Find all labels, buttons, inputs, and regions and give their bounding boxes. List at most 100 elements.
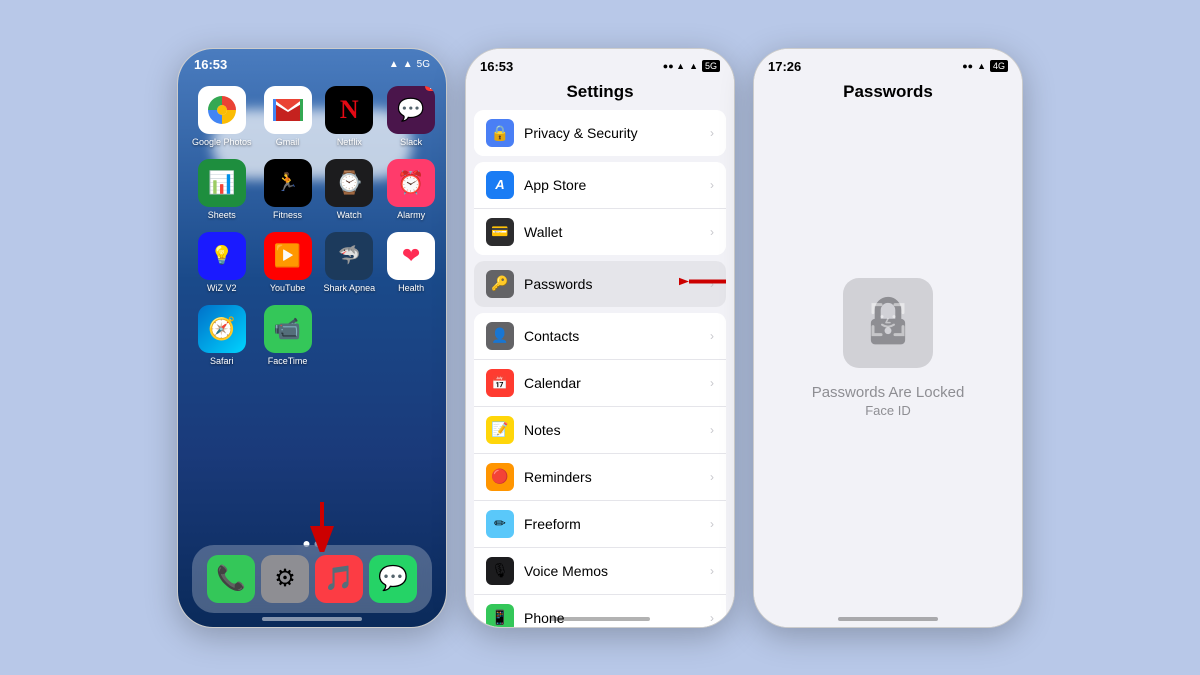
dock-music[interactable]: 🎵 — [315, 555, 363, 603]
settings-section-apps: 👤 Contacts › 📅 Calendar › 📝 Notes › 🔴 Re… — [474, 313, 726, 627]
app-slack[interactable]: 💬 2 Slack — [387, 86, 435, 147]
battery-icon: 4G — [990, 60, 1008, 72]
app-safari[interactable]: 🧭 Safari — [192, 305, 252, 366]
phone-passwords: 17:26 ●● ▲ 4G Passwords — [753, 48, 1023, 628]
faceid-icon — [869, 301, 907, 339]
settings-time: 16:53 — [480, 59, 513, 74]
dock-phone[interactable]: 📞 — [207, 555, 255, 603]
home-status-icons: ▲ ▲ 5G — [389, 59, 430, 70]
wallet-label: Wallet — [524, 224, 710, 240]
chevron-icon: › — [710, 470, 714, 484]
privacy-icon: 🔒 — [486, 119, 514, 147]
home-screen-bg: 16:53 ▲ ▲ 5G Google Photos Gmail — [178, 49, 446, 627]
wallet-icon: 💳 — [486, 218, 514, 246]
lock-container — [843, 278, 933, 368]
notes-icon: 📝 — [486, 416, 514, 444]
passwords-screen: 17:26 ●● ▲ 4G Passwords — [754, 49, 1022, 627]
settings-row-appstore[interactable]: A App Store › — [474, 162, 726, 209]
app-alarmy[interactable]: ⏰ Alarmy — [387, 159, 435, 220]
contacts-label: Contacts — [524, 328, 710, 344]
home-time: 16:53 — [194, 57, 227, 72]
app-label: Shark Apnea — [324, 283, 376, 293]
chevron-icon: › — [710, 225, 714, 239]
voice-memos-label: Voice Memos — [524, 563, 710, 579]
settings-screen: 16:53 ●● ▲ ▲ 5G Settings 🔒 Privacy & Sec… — [466, 49, 734, 627]
app-label: Fitness — [273, 210, 302, 220]
app-fitness[interactable]: 🏃 Fitness — [264, 159, 312, 220]
signal-icon: ▲ — [389, 59, 399, 70]
freeform-label: Freeform — [524, 516, 710, 532]
app-health[interactable]: ❤ Health — [387, 232, 435, 293]
app-label: Google Photos — [192, 137, 252, 147]
app-shark-apnea[interactable]: 🦈 Shark Apnea — [324, 232, 376, 293]
app-youtube[interactable]: ▶️ YouTube — [264, 232, 312, 293]
passwords-icon: 🔑 — [486, 270, 514, 298]
phone-icon: 📱 — [486, 604, 514, 627]
battery-icon: 5G — [417, 59, 430, 70]
app-label: WiZ V2 — [207, 283, 237, 293]
chevron-icon: › — [710, 376, 714, 390]
app-grid: Google Photos Gmail N Netflix 💬 2 Slac — [178, 76, 446, 376]
locked-text: Passwords Are Locked Face ID — [812, 384, 965, 418]
home-indicator — [262, 617, 362, 621]
passwords-locked-label: Passwords Are Locked — [812, 384, 965, 401]
settings-row-privacy[interactable]: 🔒 Privacy & Security › — [474, 110, 726, 156]
settings-row-reminders[interactable]: 🔴 Reminders › — [474, 454, 726, 501]
dock-settings[interactable]: ⚙ — [261, 555, 309, 603]
settings-row-phone[interactable]: 📱 Phone › — [474, 595, 726, 627]
calendar-icon: 📅 — [486, 369, 514, 397]
appstore-icon: A — [486, 171, 514, 199]
privacy-label: Privacy & Security — [524, 125, 710, 141]
passwords-status-icons: ●● ▲ 4G — [962, 60, 1008, 72]
contacts-icon: 👤 — [486, 322, 514, 350]
settings-row-freeform[interactable]: ✏ Freeform › — [474, 501, 726, 548]
signal-icon: ●● — [962, 61, 973, 71]
app-badge: 2 — [425, 86, 435, 91]
voice-memos-icon: 🎙 — [486, 557, 514, 585]
signal-icon: ●● ▲ — [663, 61, 685, 71]
app-sheets[interactable]: 📊 Sheets — [192, 159, 252, 220]
home-indicator — [838, 617, 938, 621]
chevron-icon: › — [710, 517, 714, 531]
settings-row-notes[interactable]: 📝 Notes › — [474, 407, 726, 454]
app-label: Health — [398, 283, 424, 293]
chevron-icon: › — [710, 178, 714, 192]
settings-section-privacy: 🔒 Privacy & Security › — [474, 110, 726, 156]
app-wiz[interactable]: 💡 WiZ V2 — [192, 232, 252, 293]
settings-list: 🔒 Privacy & Security › A App Store › 💳 W… — [466, 110, 734, 627]
app-netflix[interactable]: N Netflix — [324, 86, 376, 147]
passwords-arrow — [679, 270, 726, 297]
chevron-icon: › — [710, 564, 714, 578]
app-watch[interactable]: ⌚ Watch — [324, 159, 376, 220]
app-google-photos[interactable]: Google Photos — [192, 86, 252, 147]
dock-whatsapp[interactable]: 💬 — [369, 555, 417, 603]
reminders-label: Reminders — [524, 469, 710, 485]
settings-status-icons: ●● ▲ ▲ 5G — [663, 60, 720, 72]
wifi-icon: ▲ — [403, 59, 413, 70]
app-label: Watch — [337, 210, 362, 220]
chevron-icon: › — [710, 126, 714, 140]
chevron-icon: › — [710, 423, 714, 437]
freeform-icon: ✏ — [486, 510, 514, 538]
settings-section-passwords: 🔑 Passwords › — [474, 261, 726, 307]
app-label: Safari — [210, 356, 234, 366]
dock: 📞 ⚙ 🎵 💬 — [192, 545, 432, 613]
settings-row-passwords[interactable]: 🔑 Passwords › — [474, 261, 726, 307]
app-label: YouTube — [270, 283, 305, 293]
app-label: FaceTime — [268, 356, 308, 366]
chevron-icon: › — [710, 611, 714, 625]
settings-row-voice-memos[interactable]: 🎙 Voice Memos › — [474, 548, 726, 595]
app-label: Alarmy — [397, 210, 425, 220]
notes-label: Notes — [524, 422, 710, 438]
settings-row-contacts[interactable]: 👤 Contacts › — [474, 313, 726, 360]
reminders-icon: 🔴 — [486, 463, 514, 491]
app-label: Netflix — [337, 137, 362, 147]
settings-row-wallet[interactable]: 💳 Wallet › — [474, 209, 726, 255]
wifi-icon: ▲ — [689, 61, 698, 71]
app-facetime[interactable]: 📹 FaceTime — [264, 305, 312, 366]
app-gmail[interactable]: Gmail — [264, 86, 312, 147]
home-indicator — [550, 617, 650, 621]
settings-section-appstore: A App Store › 💳 Wallet › — [474, 162, 726, 255]
settings-row-calendar[interactable]: 📅 Calendar › — [474, 360, 726, 407]
app-label: Sheets — [208, 210, 236, 220]
